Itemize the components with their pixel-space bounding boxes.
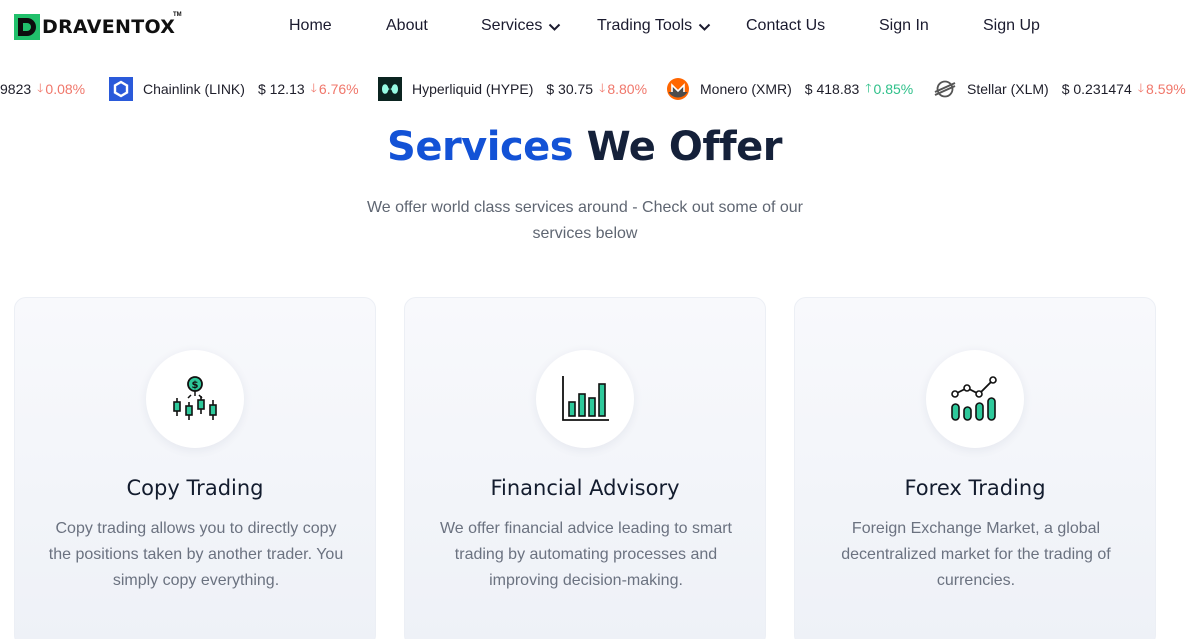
- ticker-item[interactable]: Chainlink (LINK) $ 12.13 🡓 6.76%: [109, 72, 359, 106]
- card-title: Copy Trading: [126, 476, 264, 500]
- arrow-up-icon: 🡑: [865, 80, 872, 95]
- chevron-down-icon: [549, 23, 561, 31]
- card-description: Copy trading allows you to directly copy…: [48, 520, 344, 589]
- icon-circle: $: [146, 350, 244, 448]
- ticker-price: $ 0.231474: [1061, 81, 1132, 97]
- card-title: Financial Advisory: [490, 476, 680, 500]
- service-card-copy-trading[interactable]: $ Copy Trading Copy trading allows you t…: [14, 297, 376, 639]
- growth-chart-icon: [951, 376, 997, 421]
- section-title-accent: Services: [387, 124, 574, 170]
- arrow-down-icon: 🡓: [599, 80, 606, 95]
- svg-text:$: $: [192, 380, 199, 391]
- card-description: We offer financial advice leading to sma…: [439, 520, 732, 589]
- ticker-change: 🡑 0.85%: [865, 79, 913, 100]
- service-card-forex-trading[interactable]: Forex Trading Foreign Exchange Market, a…: [794, 297, 1156, 639]
- chevron-down-icon: [698, 23, 711, 31]
- nav-services-label: Services: [481, 17, 543, 34]
- brand-name: DRAVENTOX: [42, 16, 176, 38]
- nav-trading-tools[interactable]: Trading Tools: [597, 17, 711, 35]
- nav-home[interactable]: Home: [289, 17, 332, 35]
- ticker-name: Stellar (XLM): [967, 81, 1049, 97]
- chainlink-icon: [109, 77, 133, 101]
- hyperliquid-icon: [378, 77, 402, 101]
- stellar-icon: [934, 80, 956, 98]
- bar-chart-icon: [562, 376, 609, 421]
- nav-services[interactable]: Services: [481, 17, 561, 35]
- ticker-item[interactable]: Monero (XMR) $ 418.83 🡑 0.85%: [666, 72, 913, 106]
- arrow-down-icon: 🡓: [37, 80, 44, 95]
- ticker-price: $ 418.83: [804, 81, 860, 97]
- monero-icon: [667, 78, 689, 100]
- ticker-price: $ 12.13: [257, 81, 305, 97]
- brand-logo[interactable]: DRAVENTOX TM: [14, 12, 182, 40]
- icon-circle: [926, 350, 1024, 448]
- arrow-down-icon: 🡓: [1137, 80, 1145, 95]
- icon-circle: [536, 350, 634, 448]
- card-description: Foreign Exchange Market, a global decent…: [841, 520, 1111, 589]
- arrow-down-icon: 🡓: [310, 80, 317, 95]
- nav-contact[interactable]: Contact Us: [746, 17, 825, 35]
- ticker-item[interactable]: Hyperliquid (HYPE) $ 30.75 🡓 8.80%: [378, 72, 647, 106]
- nav-signin[interactable]: Sign In: [879, 17, 929, 35]
- candlestick-dollar-icon: $: [173, 376, 217, 420]
- section-title-rest: We Offer: [586, 124, 783, 170]
- brand-tm: TM: [173, 12, 182, 18]
- section-subtitle: We offer world class services around - C…: [366, 199, 804, 242]
- ticker-name: Hyperliquid (HYPE): [412, 81, 534, 97]
- service-card-financial-advisory[interactable]: Financial Advisory We offer financial ad…: [404, 297, 766, 639]
- logo-mark-icon: [14, 14, 40, 40]
- ticker-change: 🡓 6.76%: [311, 79, 359, 100]
- ticker-price: 9823: [0, 81, 32, 97]
- crypto-ticker: 9823 🡓 0.08% Chainlink (LINK) $ 12.13 🡓 6.…: [0, 72, 1199, 106]
- section-title: Services We Offer: [0, 124, 1169, 170]
- ticker-item[interactable]: 9823 🡓 0.08%: [0, 72, 85, 106]
- nav-signup[interactable]: Sign Up: [983, 17, 1040, 35]
- card-title: Forex Trading: [904, 476, 1046, 500]
- top-navbar: DRAVENTOX TM Home About Services Trading…: [0, 0, 1199, 56]
- nav-trading-tools-label: Trading Tools: [597, 17, 693, 34]
- ticker-change: 🡓 0.08%: [37, 79, 85, 100]
- ticker-name: Chainlink (LINK): [143, 81, 245, 97]
- ticker-change: 🡓 8.59%: [1138, 79, 1186, 100]
- ticker-price: $ 30.75: [546, 81, 594, 97]
- ticker-item[interactable]: Stellar (XLM) $ 0.231474 🡓 8.59%: [933, 72, 1186, 106]
- nav-about[interactable]: About: [386, 17, 428, 35]
- ticker-change: 🡓 8.80%: [599, 79, 647, 100]
- ticker-name: Monero (XMR): [700, 81, 792, 97]
